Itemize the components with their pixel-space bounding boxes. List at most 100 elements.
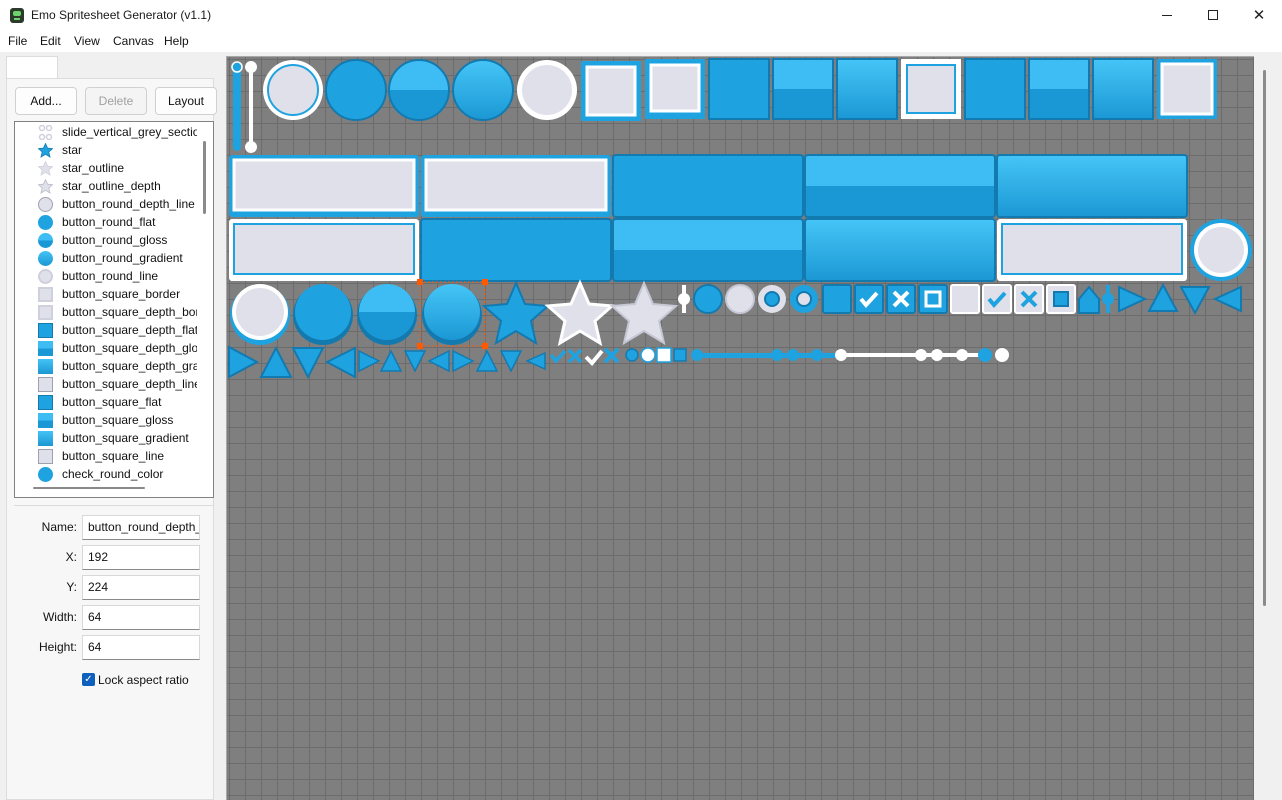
list-item[interactable]: button_square_gradient xyxy=(15,429,197,447)
arrow-left-small-sprite[interactable] xyxy=(427,349,450,373)
name-field[interactable]: button_round_depth_ xyxy=(82,515,200,540)
check-square-color-checkmark-sprite[interactable] xyxy=(854,284,884,314)
button-round-line-sprite[interactable] xyxy=(263,60,323,120)
button-round-depth-gradient-sprite[interactable] xyxy=(422,284,482,345)
radio-grey-sprite[interactable] xyxy=(758,285,786,313)
arrow-down-small-sprite[interactable] xyxy=(403,350,427,373)
arrow-right-sprite[interactable] xyxy=(1118,285,1148,313)
dot-blue-sprite[interactable] xyxy=(625,348,639,362)
list-vertical-scrollbar[interactable] xyxy=(203,141,206,214)
slider-horizontal-white-sprite[interactable] xyxy=(835,349,989,361)
menu-edit[interactable]: Edit xyxy=(40,34,61,48)
check-square-color-sprite[interactable] xyxy=(822,284,852,314)
arrow-down-sprite[interactable] xyxy=(1179,286,1211,316)
button-square-flat-sprite[interactable] xyxy=(708,58,770,120)
slider-vertical-sprite[interactable] xyxy=(231,61,257,153)
check-round-color-sprite[interactable] xyxy=(693,284,723,314)
check-square-color-square-sprite[interactable] xyxy=(918,284,948,314)
check-square-grey-sprite[interactable] xyxy=(950,284,980,314)
checkmark-white-sprite[interactable] xyxy=(584,349,604,366)
y-field[interactable]: 224 xyxy=(82,575,200,600)
canvas-vertical-scrollbar[interactable] xyxy=(1254,56,1282,800)
lock-aspect-checkbox[interactable]: ✓ xyxy=(82,673,95,686)
button-round-depth-gloss-sprite[interactable] xyxy=(357,284,417,345)
checkmark-blue-sprite[interactable] xyxy=(549,349,567,364)
list-item[interactable]: check_round_color xyxy=(15,465,197,483)
menu-file[interactable]: File xyxy=(8,34,27,48)
list-item[interactable]: star_outline_depth xyxy=(15,177,197,195)
list-item[interactable]: button_square_depth_flat xyxy=(15,321,197,339)
layout-button[interactable]: Layout xyxy=(155,87,217,115)
sprite-canvas[interactable] xyxy=(226,56,1282,800)
button-rect-border-sprite[interactable] xyxy=(229,155,419,217)
button-round-depth-flat-sprite[interactable] xyxy=(293,284,353,345)
arrow-up-small-sprite[interactable] xyxy=(475,349,499,372)
square-blue-sprite[interactable] xyxy=(673,348,687,362)
maximize-button[interactable] xyxy=(1190,0,1236,30)
list-item[interactable]: button_round_gloss xyxy=(15,231,197,249)
button-rect-gloss-sprite[interactable] xyxy=(804,154,996,218)
button-rect-flat-sprite[interactable] xyxy=(420,218,612,282)
button-round-line-sprite[interactable] xyxy=(517,60,577,120)
list-item[interactable]: button_square_depth_gloss xyxy=(15,339,197,357)
sprite-list[interactable]: slide_vertical_grey_section star star_ou… xyxy=(14,121,214,498)
button-square-gloss-sprite[interactable] xyxy=(772,58,834,120)
slider-pointer-up-sprite[interactable] xyxy=(1078,285,1100,314)
button-round-depth-line-sprite[interactable] xyxy=(230,284,290,345)
button-square-border-sprite[interactable] xyxy=(645,59,705,119)
arrow-right-small-sprite[interactable] xyxy=(452,349,475,373)
arrow-up-sprite[interactable] xyxy=(1147,282,1179,312)
button-rect-gradient-sprite[interactable] xyxy=(804,218,996,282)
menu-view[interactable]: View xyxy=(74,34,100,48)
list-item[interactable]: slide_vertical_grey_section xyxy=(15,123,197,141)
button-square-gloss-sprite[interactable] xyxy=(1028,58,1090,120)
button-square-gradient-sprite[interactable] xyxy=(1092,58,1154,120)
sprites-tab[interactable] xyxy=(6,56,58,78)
menu-canvas[interactable]: Canvas xyxy=(113,34,154,48)
list-item[interactable]: button_square_depth_line xyxy=(15,375,197,393)
minimize-button[interactable] xyxy=(1144,0,1190,30)
arrow-left-small-sprite[interactable] xyxy=(525,351,546,371)
menu-help[interactable]: Help xyxy=(164,34,189,48)
square-white-sprite[interactable] xyxy=(656,347,672,363)
arrow-right-small-sprite[interactable] xyxy=(358,349,381,373)
button-round-depth-line-sprite[interactable] xyxy=(1190,219,1252,281)
cross-blue-sprite[interactable] xyxy=(567,348,583,364)
list-item[interactable]: button_round_depth_line xyxy=(15,195,197,213)
list-horizontal-scrollbar[interactable] xyxy=(33,487,145,489)
check-square-grey-square-sprite[interactable] xyxy=(1046,284,1076,314)
check-square-grey-cross-sprite[interactable] xyxy=(1014,284,1044,314)
list-item[interactable]: button_square_line xyxy=(15,447,197,465)
close-button[interactable]: ✕ xyxy=(1236,0,1282,30)
arrow-up-small-sprite[interactable] xyxy=(379,349,403,372)
list-item[interactable]: button_round_line xyxy=(15,267,197,285)
list-item[interactable]: star_outline xyxy=(15,159,197,177)
button-rect-gloss-sprite[interactable] xyxy=(612,218,804,282)
check-round-grey-sprite[interactable] xyxy=(725,284,755,314)
button-square-line-sprite[interactable] xyxy=(901,59,961,119)
list-item[interactable]: button_square_flat xyxy=(15,393,197,411)
star-sprite[interactable] xyxy=(481,280,551,346)
slider-handle-pair-sprite[interactable] xyxy=(978,348,1009,362)
canvas-scrollbar-thumb[interactable] xyxy=(1263,70,1266,606)
x-field[interactable]: 192 xyxy=(82,545,200,570)
delete-button[interactable]: Delete xyxy=(85,87,147,115)
dot-white-sprite[interactable] xyxy=(640,347,656,363)
check-square-color-cross-sprite[interactable] xyxy=(886,284,916,314)
add-button[interactable]: Add... xyxy=(15,87,77,115)
star-outline-depth-sprite[interactable] xyxy=(609,280,679,346)
arrow-down-sprite[interactable] xyxy=(291,347,325,380)
list-item[interactable]: star xyxy=(15,141,197,159)
list-item[interactable]: button_square_gloss xyxy=(15,411,197,429)
slider-handle-blue-sprite[interactable] xyxy=(1102,285,1114,313)
button-rect-line-sprite[interactable] xyxy=(229,219,419,281)
arrow-left-sprite[interactable] xyxy=(324,346,356,379)
spritesheet-preview[interactable] xyxy=(227,57,1282,800)
button-square-flat-sprite[interactable] xyxy=(964,58,1026,120)
button-square-border-sprite[interactable] xyxy=(581,61,641,121)
button-rect-line-sprite[interactable] xyxy=(997,219,1187,281)
radio-color-sprite[interactable] xyxy=(790,285,818,313)
list-item[interactable]: button_square_depth_border xyxy=(15,303,197,321)
button-round-gradient-sprite[interactable] xyxy=(452,59,514,121)
height-field[interactable]: 64 xyxy=(82,635,200,660)
